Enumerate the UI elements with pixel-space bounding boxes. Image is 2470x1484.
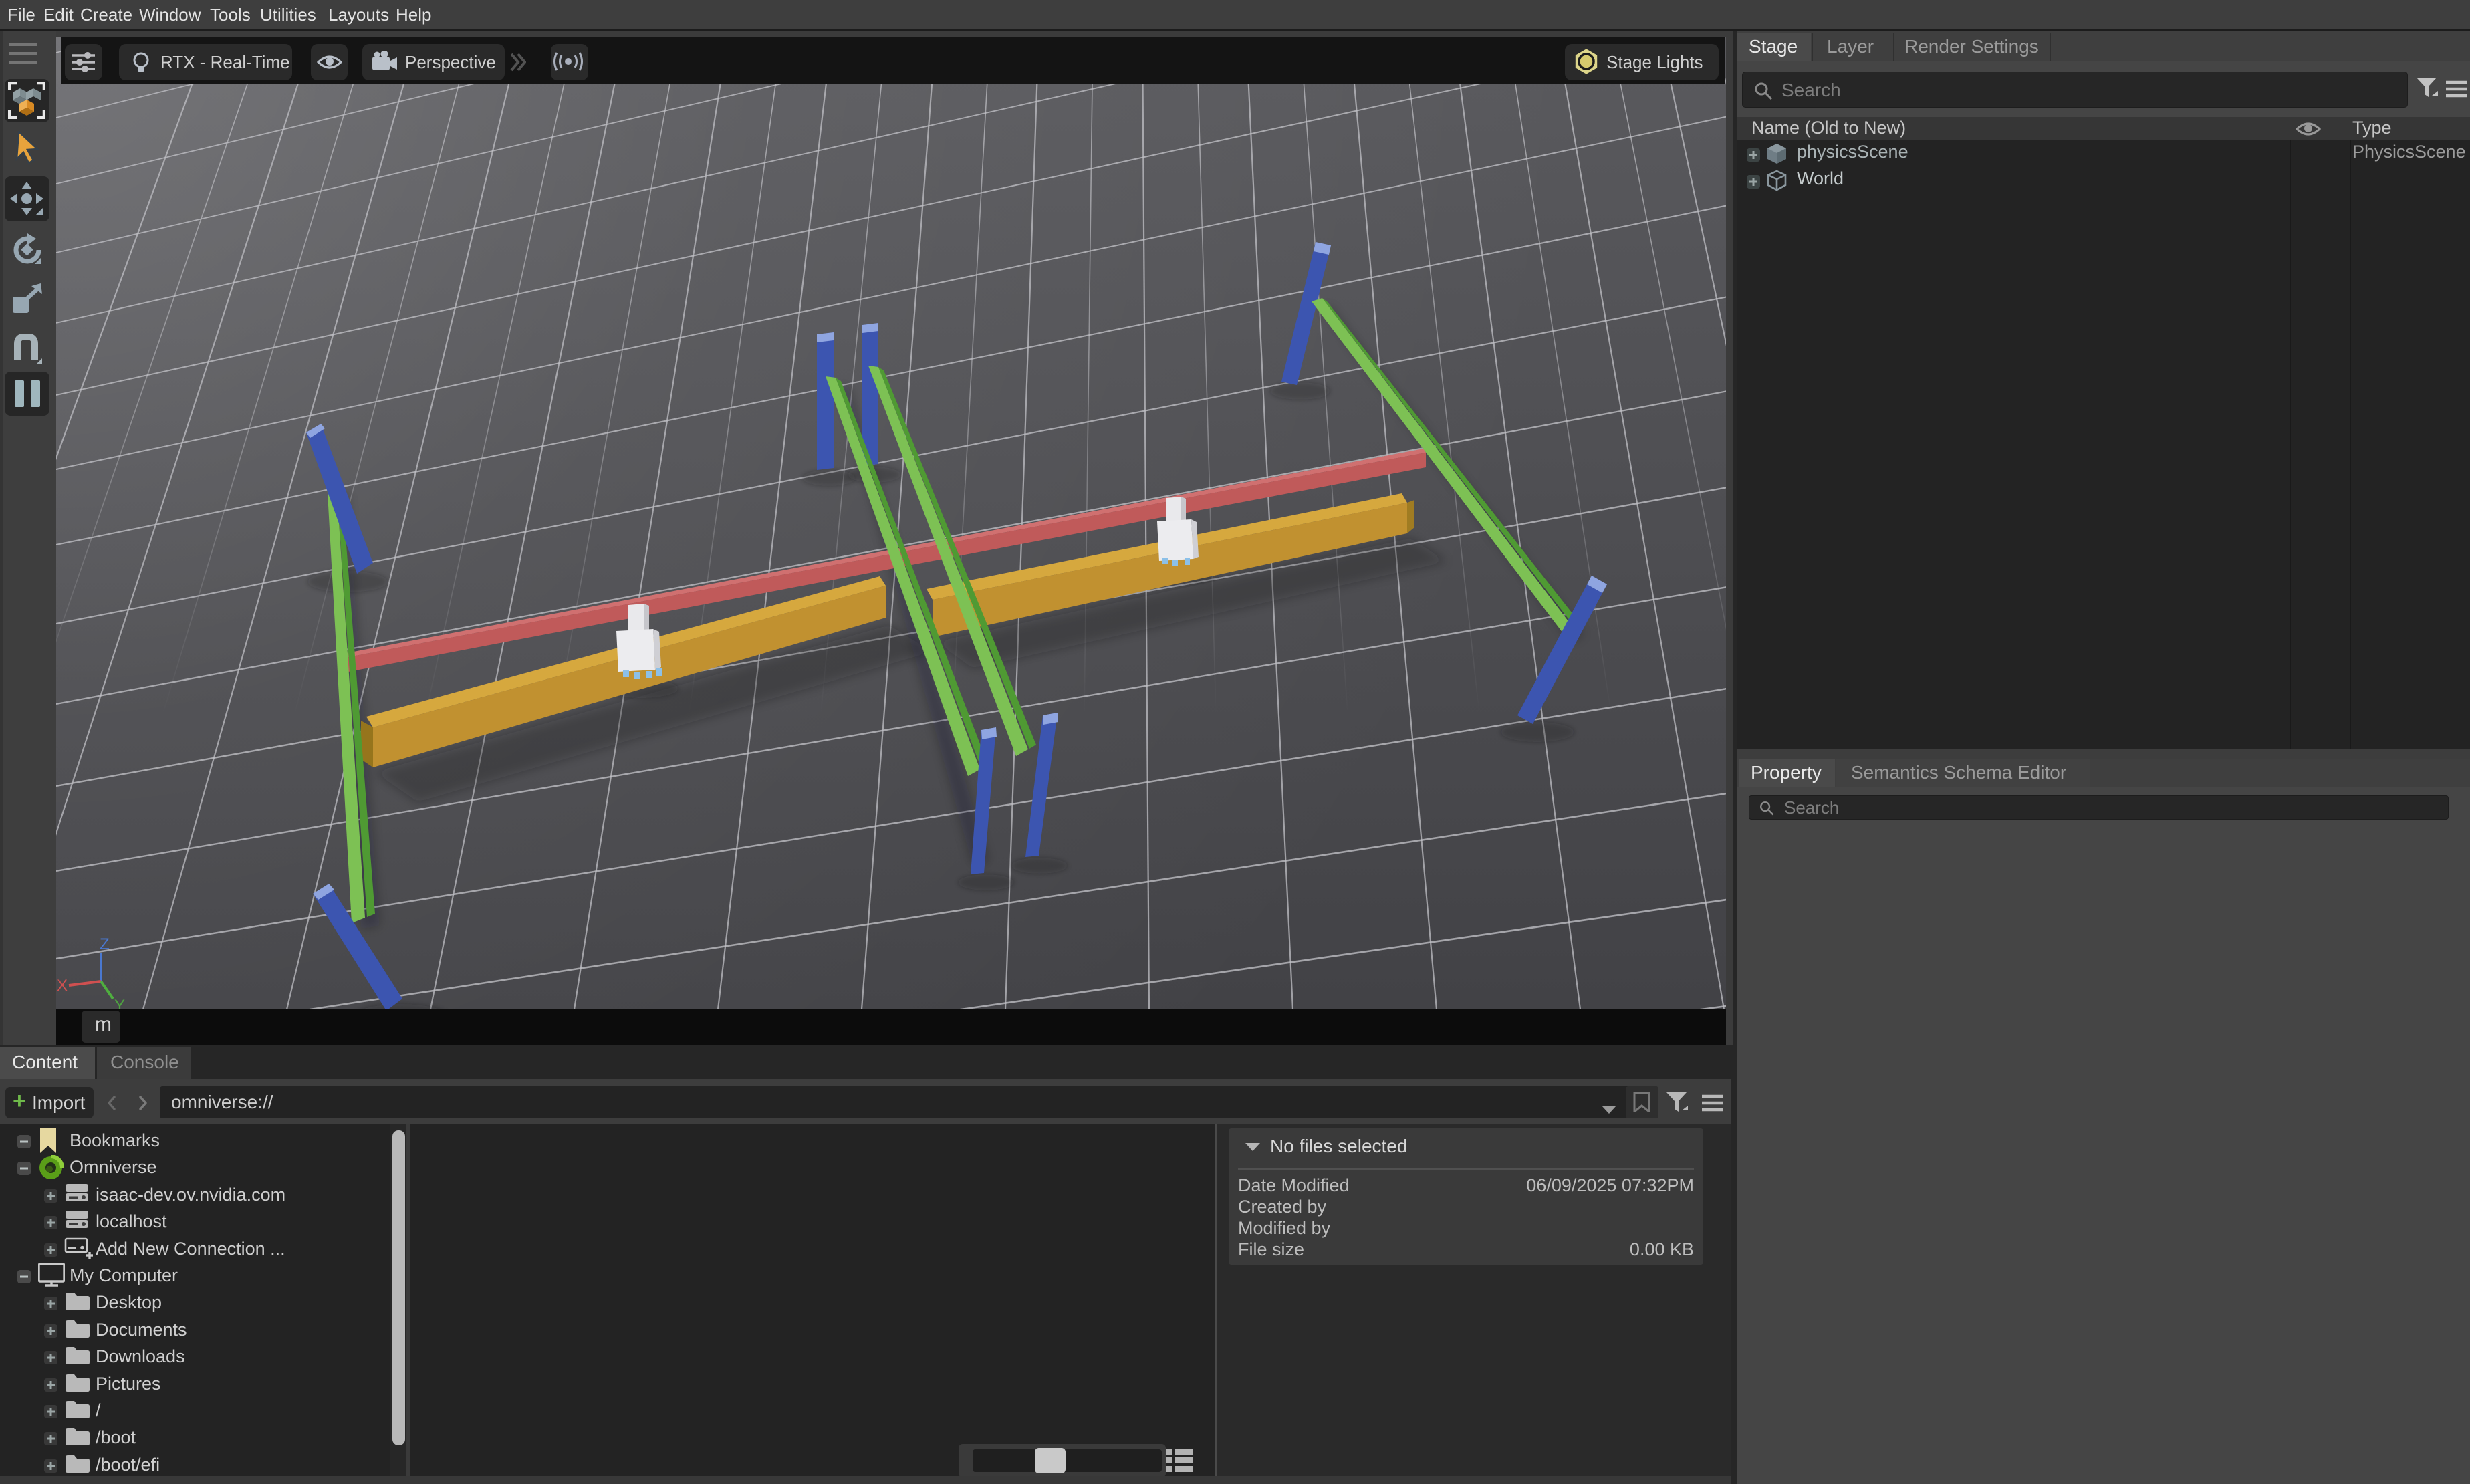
svg-text:Z: Z [100, 935, 110, 953]
svg-text:Y: Y [114, 997, 125, 1009]
svg-text:X: X [57, 977, 68, 995]
